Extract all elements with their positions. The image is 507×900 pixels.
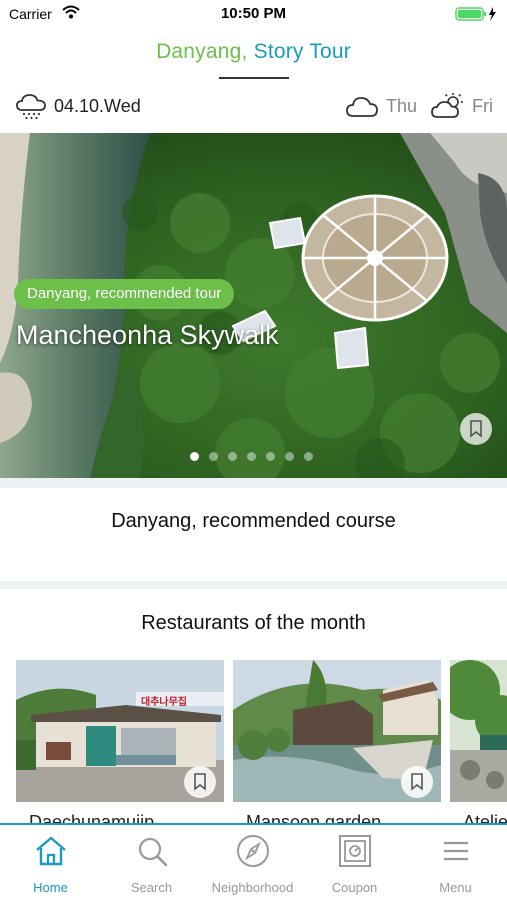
tab-coupon-label: Coupon <box>331 880 378 895</box>
app-title-brand: Story Tour <box>253 40 351 63</box>
carousel-dot[interactable] <box>266 452 275 461</box>
app-title-place: Danyang, <box>156 40 248 63</box>
restaurant-card[interactable]: 대추나무집 Daechunamujip <box>16 660 224 825</box>
weather-day-fri: Fri <box>472 96 493 116</box>
bookmark-icon <box>470 420 482 438</box>
clock: 10:50 PM <box>220 5 287 22</box>
carousel-dot[interactable] <box>247 452 256 461</box>
restaurant-card[interactable]: Atelier <box>450 660 507 825</box>
title-underline <box>219 77 289 79</box>
tab-home-label: Home <box>33 880 68 895</box>
section-divider <box>0 478 507 488</box>
tab-menu[interactable]: Menu <box>405 825 506 900</box>
carousel-dot[interactable] <box>190 452 199 461</box>
restaurant-sign: 대추나무집 <box>141 697 187 708</box>
restaurants-title: Restaurants of the month <box>141 612 366 634</box>
recommended-course-section[interactable]: Danyang, recommended course <box>0 488 507 581</box>
battery-icon <box>455 7 496 21</box>
tab-search[interactable]: Search <box>101 825 202 900</box>
hero-tag: Danyang, recommended tour <box>14 279 235 309</box>
carousel-dot[interactable] <box>304 452 313 461</box>
weather-bar: 04.10.Wed Thu Fri <box>0 88 507 128</box>
carousel-dot[interactable] <box>285 452 294 461</box>
bookmark-icon <box>194 773 206 791</box>
carousel-dots <box>190 452 313 462</box>
status-bar: Carrier 10:50 PM <box>0 0 507 28</box>
restaurant-carousel[interactable]: 대추나무집 Daechunamujip Mansoon garden Ateli… <box>16 660 507 825</box>
tab-search-label: Search <box>130 880 173 895</box>
bookmark-icon <box>411 773 423 791</box>
hero-title[interactable]: Mancheonha Skywalk <box>16 320 279 351</box>
cloud-icon <box>346 97 378 117</box>
coupon-icon <box>339 835 371 867</box>
tab-neighborhood[interactable]: Neighborhood <box>202 825 303 900</box>
carousel-dot[interactable] <box>228 452 237 461</box>
rain-cloud-icon <box>16 94 46 120</box>
section-divider <box>0 581 507 589</box>
hamburger-menu-icon <box>444 841 468 861</box>
tab-bar: Home Search Neighborhood Coupon Menu <box>0 823 507 900</box>
hero-carousel[interactable]: Danyang, recommended tour Mancheonha Sky… <box>0 133 507 478</box>
carousel-dot[interactable] <box>209 452 218 461</box>
tab-neighborhood-label: Neighborhood <box>211 880 294 895</box>
weather-day-thu: Thu <box>386 96 418 116</box>
restaurant-image <box>450 660 507 802</box>
partly-cloudy-icon <box>431 93 463 118</box>
weather-today-date: 04.10.Wed <box>54 96 141 116</box>
bookmark-button[interactable] <box>401 766 433 798</box>
tab-coupon[interactable]: Coupon <box>304 825 405 900</box>
recommended-course-title: Danyang, recommended course <box>111 510 396 532</box>
app-title: Danyang, Story Tour <box>0 40 507 64</box>
bookmark-button[interactable] <box>460 413 492 445</box>
bookmark-button[interactable] <box>184 766 216 798</box>
tab-home[interactable]: Home <box>0 825 101 900</box>
compass-icon <box>237 835 269 867</box>
search-icon <box>138 837 168 867</box>
tab-menu-label: Menu <box>439 880 472 895</box>
restaurant-card[interactable]: Mansoon garden <box>233 660 441 825</box>
home-icon <box>36 836 66 866</box>
